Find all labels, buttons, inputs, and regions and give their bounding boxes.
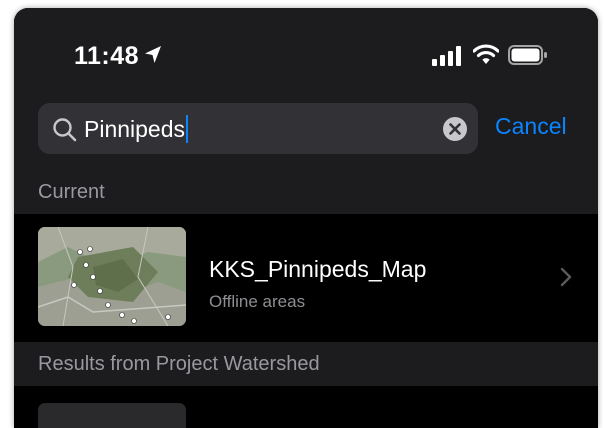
search-query[interactable]: Pinnipeds	[84, 115, 189, 143]
map-subtitle: Offline areas	[209, 292, 306, 311]
battery-icon	[508, 45, 547, 65]
text-caret	[186, 115, 189, 143]
clear-icon[interactable]	[442, 116, 468, 142]
map-thumbnail	[38, 227, 186, 326]
status-time: 11:48	[74, 42, 140, 70]
list-item-result[interactable]	[14, 386, 598, 428]
section-header-label: Results from Project Watershed	[38, 353, 320, 375]
search-input[interactable]: Pinnipeds	[38, 103, 478, 154]
section-header-label: Current	[38, 181, 105, 203]
search-bar: Pinnipeds Cancel	[14, 98, 598, 170]
cancel-button[interactable]: Cancel	[495, 113, 567, 140]
status-bar: 11:48	[14, 8, 598, 98]
map-title: KKS_Pinnipeds_Map	[209, 256, 427, 282]
map-thumbnail	[38, 403, 186, 428]
chevron-right-icon	[560, 267, 572, 287]
section-header-results: Results from Project Watershed	[14, 342, 598, 386]
phone-screen: 11:48 Pinnipeds Cancel Current KKS_Pinni…	[14, 8, 598, 428]
location-arrow-icon	[145, 46, 161, 63]
search-query-text: Pinnipeds	[84, 116, 186, 142]
wifi-icon	[473, 44, 499, 64]
search-icon	[53, 118, 77, 142]
cellular-signal-icon	[432, 46, 461, 66]
section-header-current: Current	[14, 170, 598, 214]
list-item-current-map[interactable]: KKS_Pinnipeds_Map Offline areas	[14, 214, 598, 342]
